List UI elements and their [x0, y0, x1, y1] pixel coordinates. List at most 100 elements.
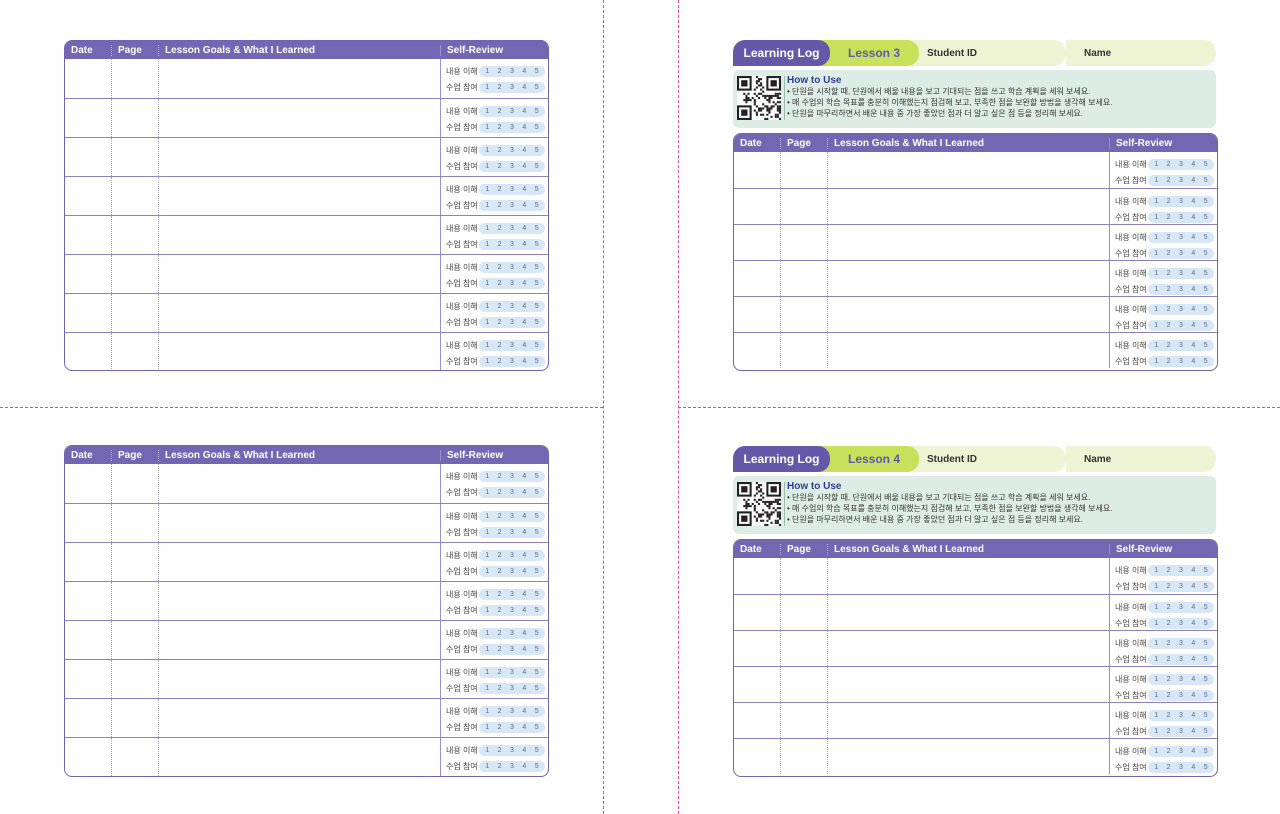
page-cell[interactable] [780, 558, 827, 594]
rating-option[interactable]: 1 [1154, 692, 1158, 699]
rating-option[interactable]: 1 [1154, 214, 1158, 221]
rating-option[interactable]: 4 [522, 163, 526, 170]
rating-option[interactable]: 5 [535, 630, 539, 637]
rating-option[interactable]: 4 [1191, 161, 1195, 168]
rating-option[interactable]: 4 [522, 646, 526, 653]
rating-option[interactable]: 2 [498, 202, 502, 209]
rating-option[interactable]: 4 [1191, 234, 1195, 241]
rating-option[interactable]: 3 [1179, 342, 1183, 349]
rating-option[interactable]: 1 [485, 513, 489, 520]
rating-option[interactable]: 5 [535, 529, 539, 536]
rating-option[interactable]: 4 [1191, 764, 1195, 771]
rating-option[interactable]: 1 [485, 303, 489, 310]
rating-option[interactable]: 2 [498, 280, 502, 287]
rating-option[interactable]: 2 [498, 186, 502, 193]
goals-cell[interactable] [827, 152, 1109, 188]
date-cell[interactable] [734, 297, 780, 332]
rating-option[interactable]: 3 [1179, 764, 1183, 771]
page-cell[interactable] [111, 333, 158, 370]
rating-option[interactable]: 5 [535, 513, 539, 520]
rating-option[interactable]: 2 [1167, 234, 1171, 241]
rating-option[interactable]: 1 [1154, 306, 1158, 313]
rating-option[interactable]: 1 [485, 747, 489, 754]
rating-option[interactable]: 1 [485, 108, 489, 115]
rating-option[interactable]: 5 [535, 163, 539, 170]
rating-option[interactable]: 1 [1154, 712, 1158, 719]
rating-option[interactable]: 4 [522, 303, 526, 310]
rating-option[interactable]: 5 [535, 747, 539, 754]
rating-option[interactable]: 2 [1167, 656, 1171, 663]
page-cell[interactable] [111, 99, 158, 137]
rating-option[interactable]: 1 [485, 124, 489, 131]
rating-option[interactable]: 1 [485, 280, 489, 287]
goals-cell[interactable] [158, 255, 440, 293]
rating-option[interactable]: 3 [510, 280, 514, 287]
rating-option[interactable]: 1 [1154, 198, 1158, 205]
date-cell[interactable] [734, 558, 780, 594]
rating-option[interactable]: 1 [485, 529, 489, 536]
rating-option[interactable]: 4 [522, 607, 526, 614]
rating-option[interactable]: 2 [1167, 567, 1171, 574]
rating-option[interactable]: 5 [1204, 640, 1208, 647]
rating-option[interactable]: 4 [1191, 712, 1195, 719]
page-cell[interactable] [111, 504, 158, 542]
date-cell[interactable] [65, 699, 111, 737]
rating-option[interactable]: 5 [535, 319, 539, 326]
rating-option[interactable]: 2 [1167, 358, 1171, 365]
rating-option[interactable]: 5 [1204, 656, 1208, 663]
rating-option[interactable]: 3 [510, 124, 514, 131]
rating-option[interactable]: 1 [1154, 604, 1158, 611]
rating-option[interactable]: 4 [522, 708, 526, 715]
rating-option[interactable]: 5 [1204, 306, 1208, 313]
rating-option[interactable]: 5 [1204, 322, 1208, 329]
rating-option[interactable]: 4 [522, 225, 526, 232]
rating-option[interactable]: 5 [1204, 676, 1208, 683]
rating-option[interactable]: 4 [1191, 250, 1195, 257]
rating-option[interactable]: 3 [1179, 270, 1183, 277]
rating-option[interactable]: 2 [498, 473, 502, 480]
rating-option[interactable]: 5 [1204, 712, 1208, 719]
rating-option[interactable]: 2 [1167, 692, 1171, 699]
rating-option[interactable]: 4 [1191, 748, 1195, 755]
rating-option[interactable]: 2 [1167, 342, 1171, 349]
rating-option[interactable]: 2 [498, 225, 502, 232]
page-cell[interactable] [780, 739, 827, 774]
rating-option[interactable]: 1 [485, 319, 489, 326]
rating-option[interactable]: 3 [510, 147, 514, 154]
rating-option[interactable]: 1 [1154, 342, 1158, 349]
rating-option[interactable]: 3 [510, 84, 514, 91]
rating-option[interactable]: 4 [1191, 728, 1195, 735]
rating-option[interactable]: 3 [1179, 728, 1183, 735]
rating-option[interactable]: 4 [1191, 676, 1195, 683]
rating-option[interactable]: 5 [535, 186, 539, 193]
rating-option[interactable]: 1 [485, 225, 489, 232]
rating-option[interactable]: 3 [1179, 250, 1183, 257]
rating-option[interactable]: 5 [535, 489, 539, 496]
name-field[interactable]: Name [1066, 446, 1216, 472]
rating-option[interactable]: 2 [498, 568, 502, 575]
qr-code-icon[interactable] [737, 482, 781, 526]
goals-cell[interactable] [158, 138, 440, 176]
rating-option[interactable]: 3 [1179, 748, 1183, 755]
rating-option[interactable]: 3 [510, 473, 514, 480]
rating-option[interactable]: 2 [1167, 620, 1171, 627]
rating-option[interactable]: 2 [1167, 161, 1171, 168]
qr-code-icon[interactable] [737, 76, 781, 120]
rating-option[interactable]: 5 [1204, 161, 1208, 168]
rating-option[interactable]: 5 [535, 342, 539, 349]
rating-option[interactable]: 2 [498, 724, 502, 731]
date-cell[interactable] [734, 333, 780, 368]
rating-option[interactable]: 1 [1154, 358, 1158, 365]
rating-option[interactable]: 2 [498, 84, 502, 91]
goals-cell[interactable] [827, 225, 1109, 260]
rating-option[interactable]: 2 [498, 747, 502, 754]
student-id-field[interactable]: Student ID [911, 40, 1066, 66]
rating-option[interactable]: 3 [510, 319, 514, 326]
rating-option[interactable]: 3 [1179, 640, 1183, 647]
rating-option[interactable]: 2 [1167, 177, 1171, 184]
rating-option[interactable]: 2 [498, 708, 502, 715]
rating-option[interactable]: 5 [535, 264, 539, 271]
rating-option[interactable]: 2 [498, 342, 502, 349]
page-cell[interactable] [111, 59, 158, 98]
rating-option[interactable]: 2 [498, 489, 502, 496]
